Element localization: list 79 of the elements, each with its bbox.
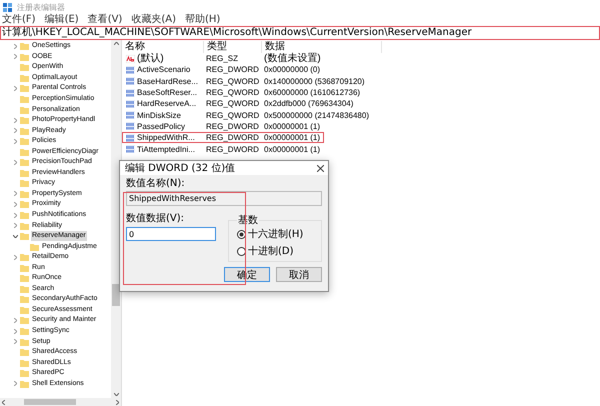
value-name[interactable]: BaseHardRese... [137,76,198,86]
radio-button[interactable] [237,230,246,238]
binary-value-icon [126,100,135,108]
value-type: REG_DWORD [205,144,260,154]
column-header[interactable]: 数据 [262,40,382,52]
address-field[interactable]: 计算机\HKEY_LOCAL_MACHINE\SOFTWARE\Microsoft\Windows\CurrentVersion\ReserveManager [0,26,600,40]
expand-caret-icon[interactable] [14,212,16,218]
expand-caret-icon[interactable] [14,138,16,144]
radio-label[interactable]: 十六进制(H) [248,227,304,241]
value-data: 0x2ddfb000 (769634304) [263,99,354,108]
value-type: REG_DWORD [205,65,260,74]
column-header[interactable]: 名称 [122,40,204,52]
value-type: REG_DWORD [205,133,260,142]
expand-caret-icon[interactable] [14,381,16,386]
menu-item[interactable]: 查看(V) [88,14,122,26]
horizontal-scrollbar[interactable] [0,398,121,406]
close-icon[interactable] [317,164,324,172]
expand-caret-icon[interactable] [14,328,16,334]
registry-icon [3,2,12,12]
expand-caret-icon[interactable] [14,54,16,60]
radio-button[interactable] [237,246,246,256]
binary-value-icon [126,111,135,120]
value-data: (数值未设置) [263,53,322,64]
expand-caret-icon[interactable] [14,128,16,134]
expand-caret-icon[interactable] [14,318,16,323]
value-data: 0x00000000 (0) [263,65,322,74]
expand-caret-icon[interactable] [14,191,16,196]
expand-caret-icon[interactable] [14,339,16,344]
value-data: 0x00000001 (1) [263,122,322,131]
field-label: 数值数据(V): [126,213,186,224]
value-name[interactable]: (默认) [137,53,164,64]
value-data: 0x00000001 (1) [263,133,322,142]
expand-caret-icon[interactable] [14,44,16,49]
value-type: REG_QWORD [205,110,260,120]
value-name[interactable]: TiAttemptedIni... [137,144,195,154]
expand-caret-icon[interactable] [14,118,16,123]
field-label: 数值名称(N): [126,178,186,189]
value-type: REG_QWORD [205,99,260,108]
binary-value-icon [126,122,135,130]
value-name[interactable]: BaseSoftReser... [137,88,198,98]
collapse-caret-icon[interactable] [12,234,18,238]
value-name[interactable]: PassedPolicy [137,122,186,131]
binary-value-icon [126,134,135,142]
value-type: REG_QWORD [205,88,260,98]
binary-value-icon [126,66,135,74]
cancel-button[interactable]: 取消 [276,267,322,282]
value-type: REG_QWORD [205,76,260,86]
value-type: REG_DWORD [205,122,260,131]
binary-value-icon [126,88,135,97]
string-value-icon [126,54,135,63]
expand-caret-icon[interactable] [14,202,16,207]
expand-caret-icon[interactable] [14,86,16,91]
expand-caret-icon[interactable] [14,160,16,165]
value-data: 0x500000000 (21474836480) [263,110,370,120]
value-data: 0x60000000 (1610612736) [263,88,362,98]
binary-value-icon [126,77,135,86]
value-data: 0x00000001 (1) [263,144,322,154]
value-data-field[interactable]: 0 [126,227,216,241]
expand-caret-icon[interactable] [14,254,16,260]
value-name[interactable]: ShippedWithR... [137,133,195,142]
menu-item[interactable]: 编辑(E) [44,14,79,26]
menu-item[interactable]: 帮助(H) [185,14,220,26]
menu-item[interactable]: 文件(F) [2,14,36,26]
value-data: 0x140000000 (5368709120) [263,76,366,86]
window-title: 注册表编辑器 [17,2,65,12]
value-name[interactable]: MinDiskSize [137,110,182,120]
scrollbar-thumb[interactable] [24,399,76,405]
expand-caret-icon[interactable] [14,223,16,228]
vertical-scrollbar[interactable] [111,40,121,398]
dialog-title: 编辑 DWORD (32 位)值 [125,162,236,174]
value-name[interactable]: HardReserveA... [137,99,196,108]
radio-label[interactable]: 十进制(D) [248,244,294,258]
value-name-field[interactable]: ShippedWithReserves [126,191,322,206]
binary-value-icon [126,145,135,154]
menu-item[interactable]: 收藏夹(A) [131,14,176,26]
value-name[interactable]: ActiveScenario [137,65,190,74]
column-header[interactable]: 类型 [204,40,262,52]
scrollbar-thumb[interactable] [112,284,120,306]
value-type: REG_SZ [205,54,240,64]
